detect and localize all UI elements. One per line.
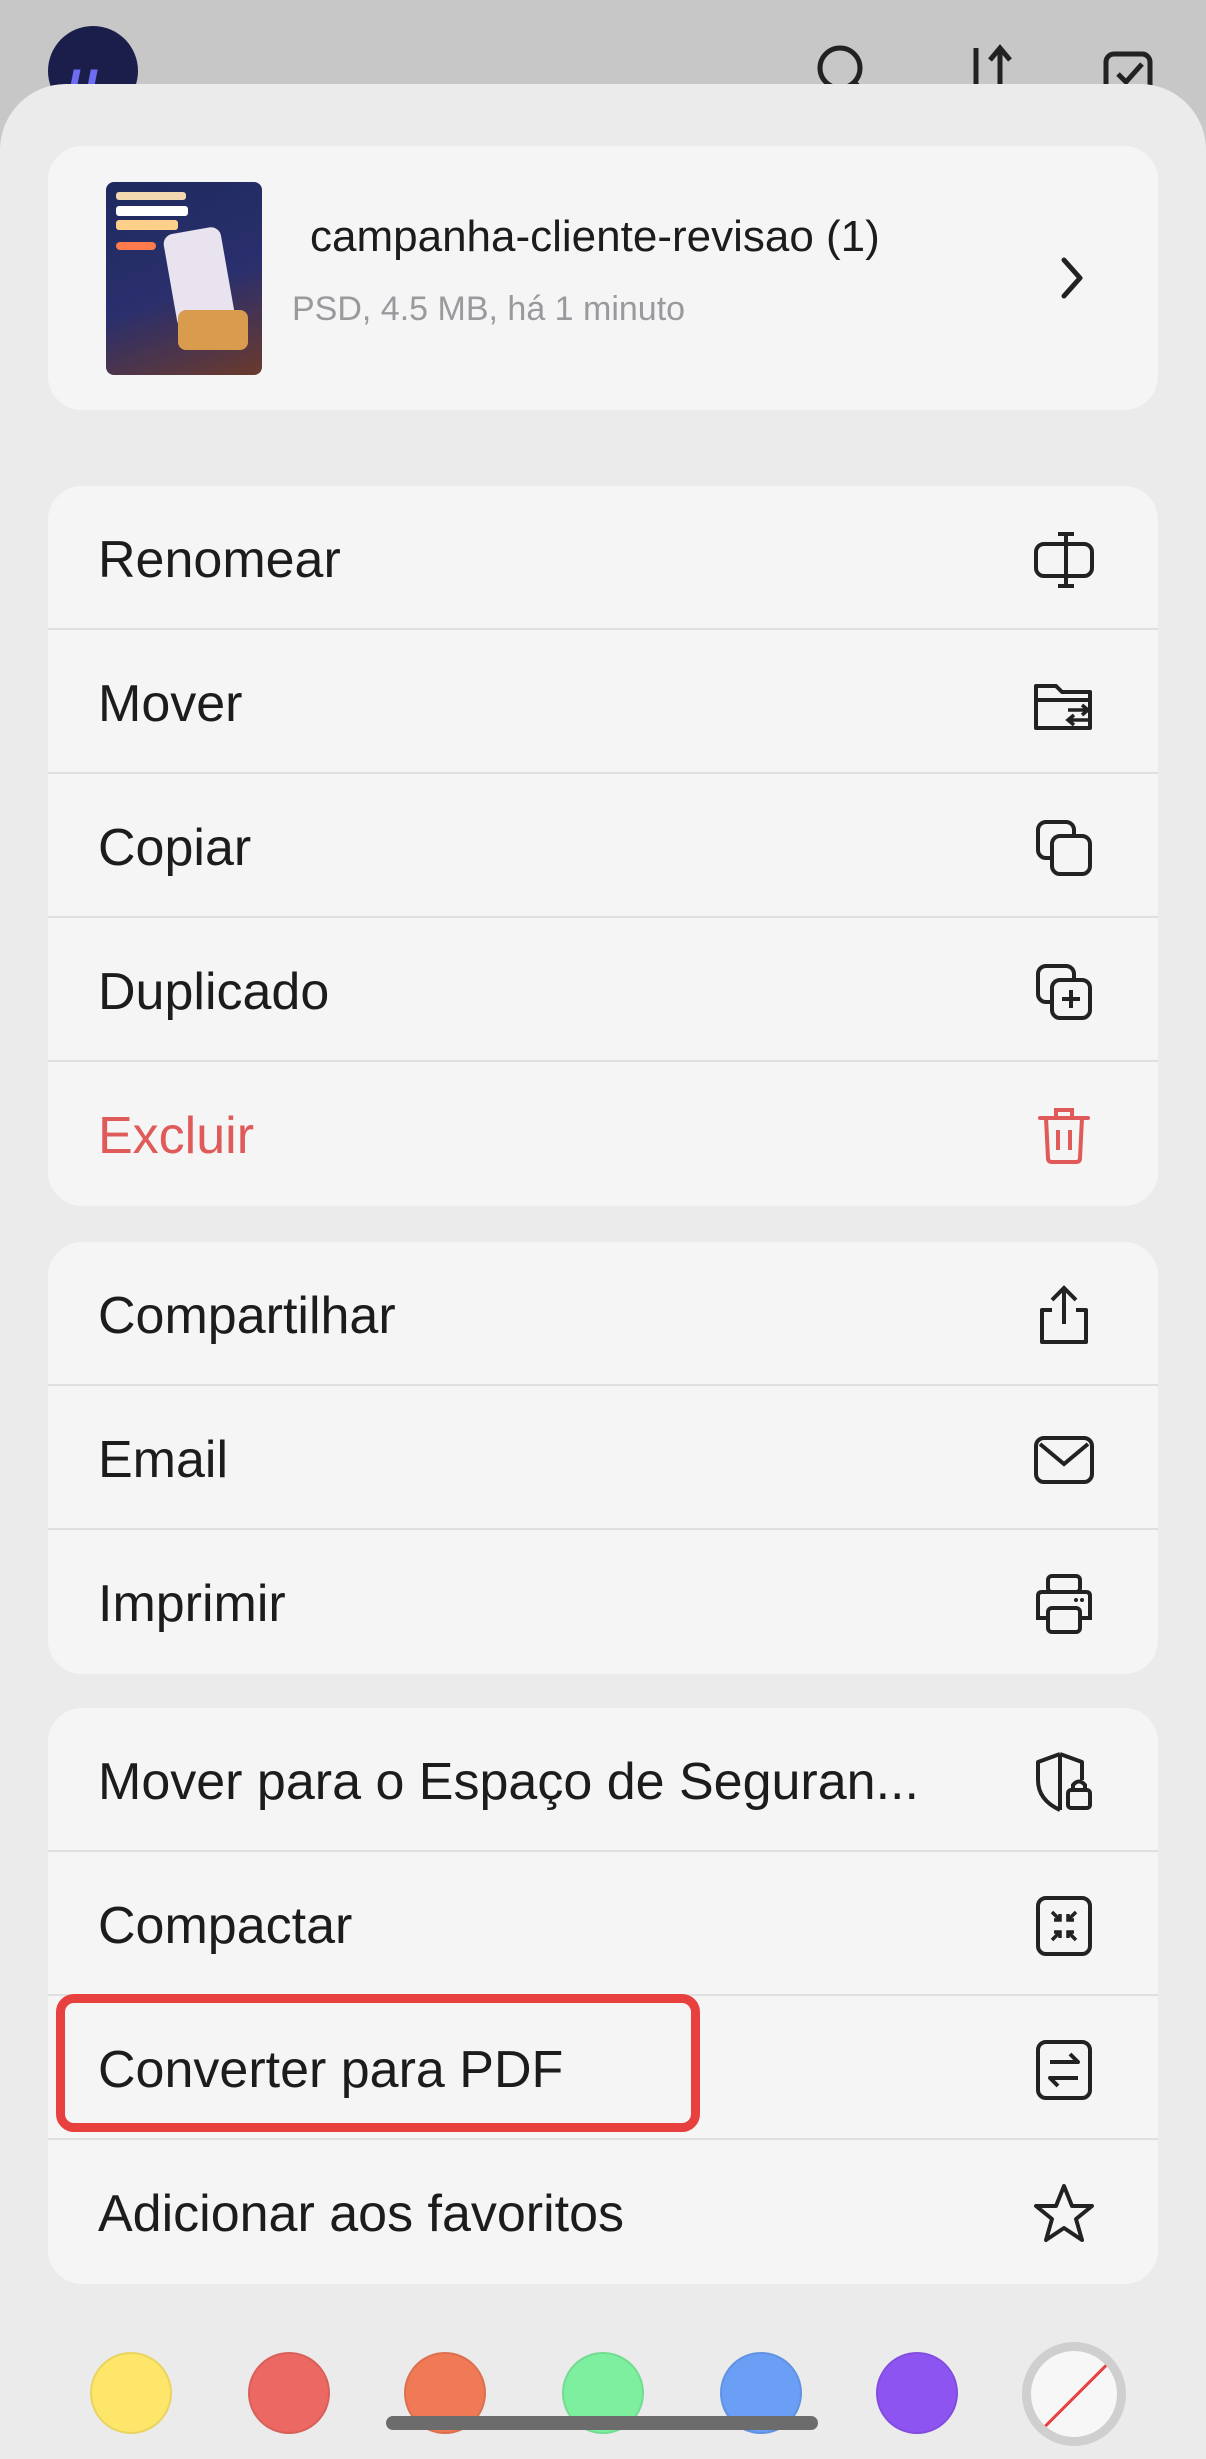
shield-lock-icon [1032,1750,1096,1814]
menu-item-label: Adicionar aos favoritos [98,2185,625,2243]
share-icon [1032,1284,1096,1348]
menu-item-label: Compactar [98,1897,353,1955]
menu-item-share[interactable]: Compartilhar [48,1242,1158,1386]
share-actions-group: Compartilhar Email Imprimir [48,1242,1158,1674]
menu-item-rename[interactable]: Renomear [48,486,1158,630]
file-actions-group: Renomear Mover Copiar Duplicado Excluir [48,486,1158,1206]
rename-icon [1032,528,1096,592]
menu-item-label: Renomear [98,531,341,589]
menu-item-move[interactable]: Mover [48,630,1158,774]
menu-item-secure-space[interactable]: Mover para o Espaço de Seguran... [48,1708,1158,1852]
move-folder-icon [1032,672,1096,736]
menu-item-label: Mover [98,675,243,733]
copy-icon [1032,816,1096,880]
duplicate-icon [1032,960,1096,1024]
menu-item-duplicate[interactable]: Duplicado [48,918,1158,1062]
highlight-box [56,1994,700,2132]
menu-item-label: Compartilhar [98,1287,396,1345]
menu-item-label: Email [98,1431,229,1489]
star-icon [1032,2182,1096,2246]
trash-icon [1032,1104,1096,1168]
chevron-right-icon[interactable] [1052,248,1092,308]
compress-icon [1032,1894,1096,1958]
file-name: campanha-cliente-revisao (1) [310,212,880,261]
menu-item-copy[interactable]: Copiar [48,774,1158,918]
home-indicator [386,2416,818,2430]
menu-item-label: Duplicado [98,963,330,1021]
convert-icon [1032,2038,1096,2102]
color-tag-none[interactable] [1022,2342,1126,2446]
menu-item-label: Excluir [98,1107,255,1165]
none-slash-icon [1039,2361,1110,2433]
menu-item-compress[interactable]: Compactar [48,1852,1158,1996]
file-thumbnail [106,182,262,375]
menu-item-email[interactable]: Email [48,1386,1158,1530]
menu-item-print[interactable]: Imprimir [48,1530,1158,1674]
mail-icon [1032,1428,1096,1492]
color-tag-red[interactable] [248,2352,330,2434]
menu-item-favorite[interactable]: Adicionar aos favoritos [48,2140,1158,2284]
menu-item-label: Mover para o Espaço de Seguran... [98,1753,919,1811]
color-tag-yellow[interactable] [90,2352,172,2434]
menu-item-label: Copiar [98,819,252,877]
print-icon [1032,1572,1096,1636]
file-meta: PSD, 4.5 MB, há 1 minuto [292,290,686,328]
menu-item-delete[interactable]: Excluir [48,1062,1158,1206]
color-tag-purple[interactable] [876,2352,958,2434]
file-header-card[interactable]: campanha-cliente-revisao (1) PSD, 4.5 MB… [48,146,1158,410]
menu-item-label: Imprimir [98,1575,286,1633]
